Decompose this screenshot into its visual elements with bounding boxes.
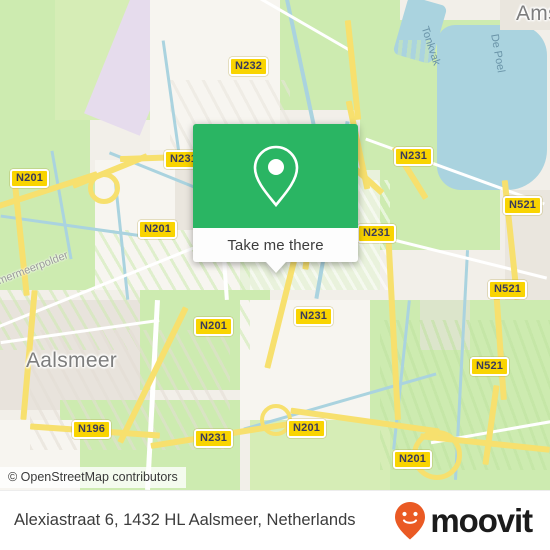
road-shield-n231: N231 [394, 147, 434, 166]
road-shield-n201: N201 [287, 419, 327, 438]
road-shield-n231: N231 [357, 224, 397, 243]
location-popup-card[interactable]: Take me there [193, 124, 358, 273]
footer-bar: Alexiastraat 6, 1432 HL Aalsmeer, Nether… [0, 490, 550, 550]
road-shield-n231: N231 [294, 307, 334, 326]
moovit-logo[interactable]: moovit [393, 501, 533, 541]
road-shield-n521: N521 [488, 280, 528, 299]
location-pin-icon [253, 145, 298, 208]
popup-action[interactable]: Take me there [193, 228, 358, 262]
road-shield-n232: N232 [229, 57, 269, 76]
road-shield-n201: N201 [10, 169, 50, 188]
road-shield-n201: N201 [138, 220, 178, 239]
map-screenshot: Aalsmeer Amst Tonkvak De Poel mermeerpol… [0, 0, 550, 550]
road-shield-n201: N201 [393, 450, 433, 469]
moovit-wordmark: moovit [430, 502, 533, 539]
take-me-there-label: Take me there [227, 236, 324, 254]
popup-header [193, 124, 358, 228]
road-shield-n521: N521 [503, 196, 543, 215]
road-shield-n201: N201 [194, 317, 234, 336]
address-label: Alexiastraat 6, 1432 HL Aalsmeer, Nether… [14, 511, 356, 529]
popup-tail [265, 262, 286, 273]
road-shield-n196: N196 [72, 420, 112, 439]
osm-attribution[interactable]: © OpenStreetMap contributors [0, 467, 186, 488]
road-shield-n231: N231 [194, 429, 234, 448]
moovit-pin-smiley-icon [395, 501, 426, 539]
road-shield-n521: N521 [470, 357, 510, 376]
map-canvas[interactable]: Aalsmeer Amst Tonkvak De Poel mermeerpol… [0, 0, 550, 490]
